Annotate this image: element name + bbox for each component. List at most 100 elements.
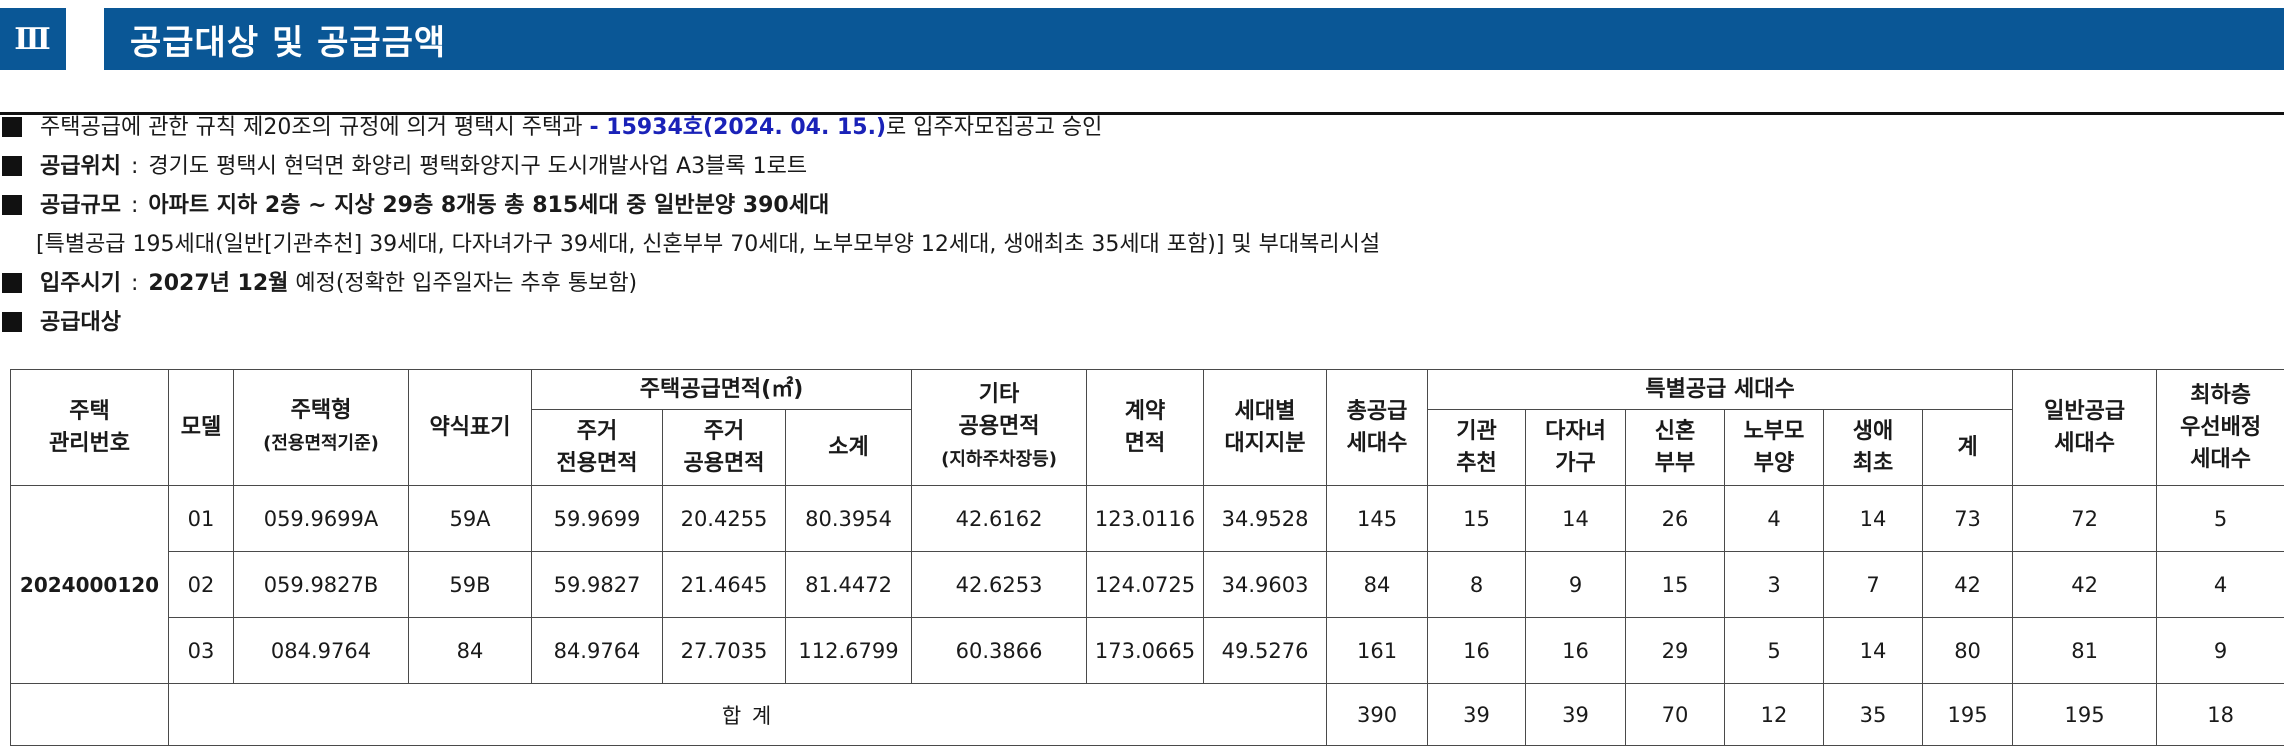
cell-special-sum: 80	[1922, 617, 2014, 684]
header-mgmt-no: 주택 관리번호	[10, 369, 169, 486]
header-first-time: 생애 최초	[1823, 409, 1924, 486]
bullet-target: 공급대상	[0, 308, 121, 338]
header-abbr: 약식표기	[408, 369, 532, 486]
header-land-share: 세대별 대지지분	[1203, 369, 1328, 486]
header-row-1: 주택 관리번호 모델 주택형 (전용면적기준) 약식표기 주택공급면적(㎡) 기타 공…	[10, 369, 2284, 486]
header-institution: 기관 추천	[1427, 409, 1527, 486]
cell-abbr: 59B	[408, 551, 532, 618]
cell-type: 084.9764	[233, 617, 409, 684]
cell-first-time: 14	[1823, 617, 1924, 684]
cell-common: 20.4255	[662, 485, 786, 552]
header-exclusive: 주거 전용면적	[531, 409, 663, 486]
total-first-time: 35	[1823, 683, 1924, 746]
cell-newlywed: 15	[1625, 551, 1726, 618]
cell-first-time: 7	[1823, 551, 1924, 618]
cell-newlywed: 26	[1625, 485, 1726, 552]
header-elderly: 노부모 부양	[1724, 409, 1825, 486]
cell-general: 72	[2012, 485, 2158, 552]
cell-contract: 124.0725	[1086, 551, 1205, 618]
cell-elderly: 4	[1724, 485, 1825, 552]
header-contract-area: 계약 면적	[1086, 369, 1205, 486]
header-type: 주택형 (전용면적기준)	[233, 369, 409, 486]
cell-exclusive: 84.9764	[531, 617, 663, 684]
bullet-move-in: 입주시기:2027년 12월 예정(정확한 입주일자는 추후 통보함)	[0, 269, 637, 299]
bullet-approval: 주택공급에 관한 규칙 제20조의 규정에 의거 평택시 주택과 - 15934…	[0, 113, 1102, 143]
cell-abbr: 59A	[408, 485, 532, 552]
header-other-common: 기타 공용면적 (지하주차장등)	[911, 369, 1088, 486]
cell-exclusive: 59.9827	[531, 551, 663, 618]
cell-institution: 15	[1427, 485, 1527, 552]
approval-number: - 15934호(2024. 04. 15.)	[589, 115, 886, 140]
bullet-scale: 공급규모: 아파트 지하 2층 ~ 지상 29층 8개동 총 815세대 중 일반…	[0, 191, 829, 221]
cell-newlywed: 29	[1625, 617, 1726, 684]
cell-institution: 16	[1427, 617, 1527, 684]
total-row: 합 계 390 39 39 70 12 35 195 195 18	[10, 683, 2284, 746]
cell-first-time: 14	[1823, 485, 1924, 552]
cell-total: 84	[1326, 551, 1429, 618]
section-number-badge: Ⅲ	[0, 8, 66, 70]
header-special-group: 특별공급 세대수	[1427, 369, 2014, 410]
cell-multi-child: 9	[1525, 551, 1627, 618]
cell-land: 34.9528	[1203, 485, 1328, 552]
header-area-group: 주택공급면적(㎡)	[530, 369, 913, 410]
total-label: 합 계	[167, 683, 1328, 746]
cell-type: 059.9699A	[233, 485, 409, 552]
section-title-text: 공급대상 및 공급금액	[130, 22, 447, 63]
cell-common: 27.7035	[662, 617, 786, 684]
cell-general: 81	[2012, 617, 2158, 684]
total-newlywed: 70	[1625, 683, 1726, 746]
cell-common: 21.4645	[662, 551, 786, 618]
cell-subtotal: 81.4472	[784, 551, 913, 618]
cell-abbr: 84	[408, 617, 532, 684]
cell-contract: 123.0116	[1086, 485, 1205, 552]
header-total-households: 총공급 세대수	[1326, 369, 1429, 486]
cell-special-sum: 42	[1922, 551, 2014, 618]
header-newlywed: 신혼 부부	[1625, 409, 1726, 486]
total-institution: 39	[1427, 683, 1527, 746]
total-elderly: 12	[1724, 683, 1825, 746]
square-bullet-icon	[2, 195, 22, 215]
header-model: 모델	[168, 369, 234, 486]
square-bullet-icon	[2, 156, 22, 176]
cell-multi-child: 14	[1525, 485, 1627, 552]
management-number-cell: 2024000120	[10, 485, 169, 684]
total-households: 390	[1326, 683, 1429, 746]
cell-general: 42	[2012, 551, 2158, 618]
cell-total: 145	[1326, 485, 1429, 552]
cell-elderly: 5	[1724, 617, 1825, 684]
cell-subtotal: 112.6799	[784, 617, 913, 684]
cell-lowest-floor: 9	[2156, 617, 2284, 684]
cell-model: 02	[168, 551, 234, 618]
total-row-spacer	[10, 683, 169, 746]
total-special-sum: 195	[1922, 683, 2014, 746]
table-row: 2024000120 01 059.9699A 59A 59.9699 20.4…	[10, 485, 2284, 684]
square-bullet-icon	[2, 117, 22, 137]
table-row: 03 084.9764 84 84.9764 27.7035 112.6799 …	[11, 617, 2284, 684]
section-title: 공급대상 및 공급금액	[104, 8, 2284, 70]
cell-lowest-floor: 4	[2156, 551, 2284, 618]
header-multi-child: 다자녀 가구	[1525, 409, 1627, 486]
cell-model: 03	[168, 617, 234, 684]
cell-land: 49.5276	[1203, 617, 1328, 684]
total-general: 195	[2012, 683, 2158, 746]
cell-other: 42.6253	[911, 551, 1088, 618]
cell-multi-child: 16	[1525, 617, 1627, 684]
header-subtotal: 소계	[784, 409, 913, 486]
total-multi-child: 39	[1525, 683, 1627, 746]
header-special-sum: 계	[1922, 409, 2014, 486]
cell-other: 60.3866	[911, 617, 1088, 684]
header-common: 주거 공용면적	[662, 409, 786, 486]
square-bullet-icon	[2, 312, 22, 332]
cell-type: 059.9827B	[233, 551, 409, 618]
cell-contract: 173.0665	[1086, 617, 1205, 684]
cell-lowest-floor: 5	[2156, 485, 2284, 552]
cell-exclusive: 59.9699	[531, 485, 663, 552]
cell-institution: 8	[1427, 551, 1527, 618]
supply-table: 주택 관리번호 모델 주택형 (전용면적기준) 약식표기 주택공급면적(㎡) 기타 공…	[10, 369, 2284, 746]
total-lowest-floor: 18	[2156, 683, 2284, 746]
square-bullet-icon	[2, 273, 22, 293]
cell-special-sum: 73	[1922, 485, 2014, 552]
cell-model: 01	[168, 485, 234, 552]
bullet-location: 공급위치: 경기도 평택시 현덕면 화양리 평택화양지구 도시개발사업 A3블록 …	[0, 152, 807, 182]
bullet-scale-detail: [특별공급 195세대(일반[기관추천] 39세대, 다자녀가구 39세대, 신…	[36, 232, 1381, 257]
